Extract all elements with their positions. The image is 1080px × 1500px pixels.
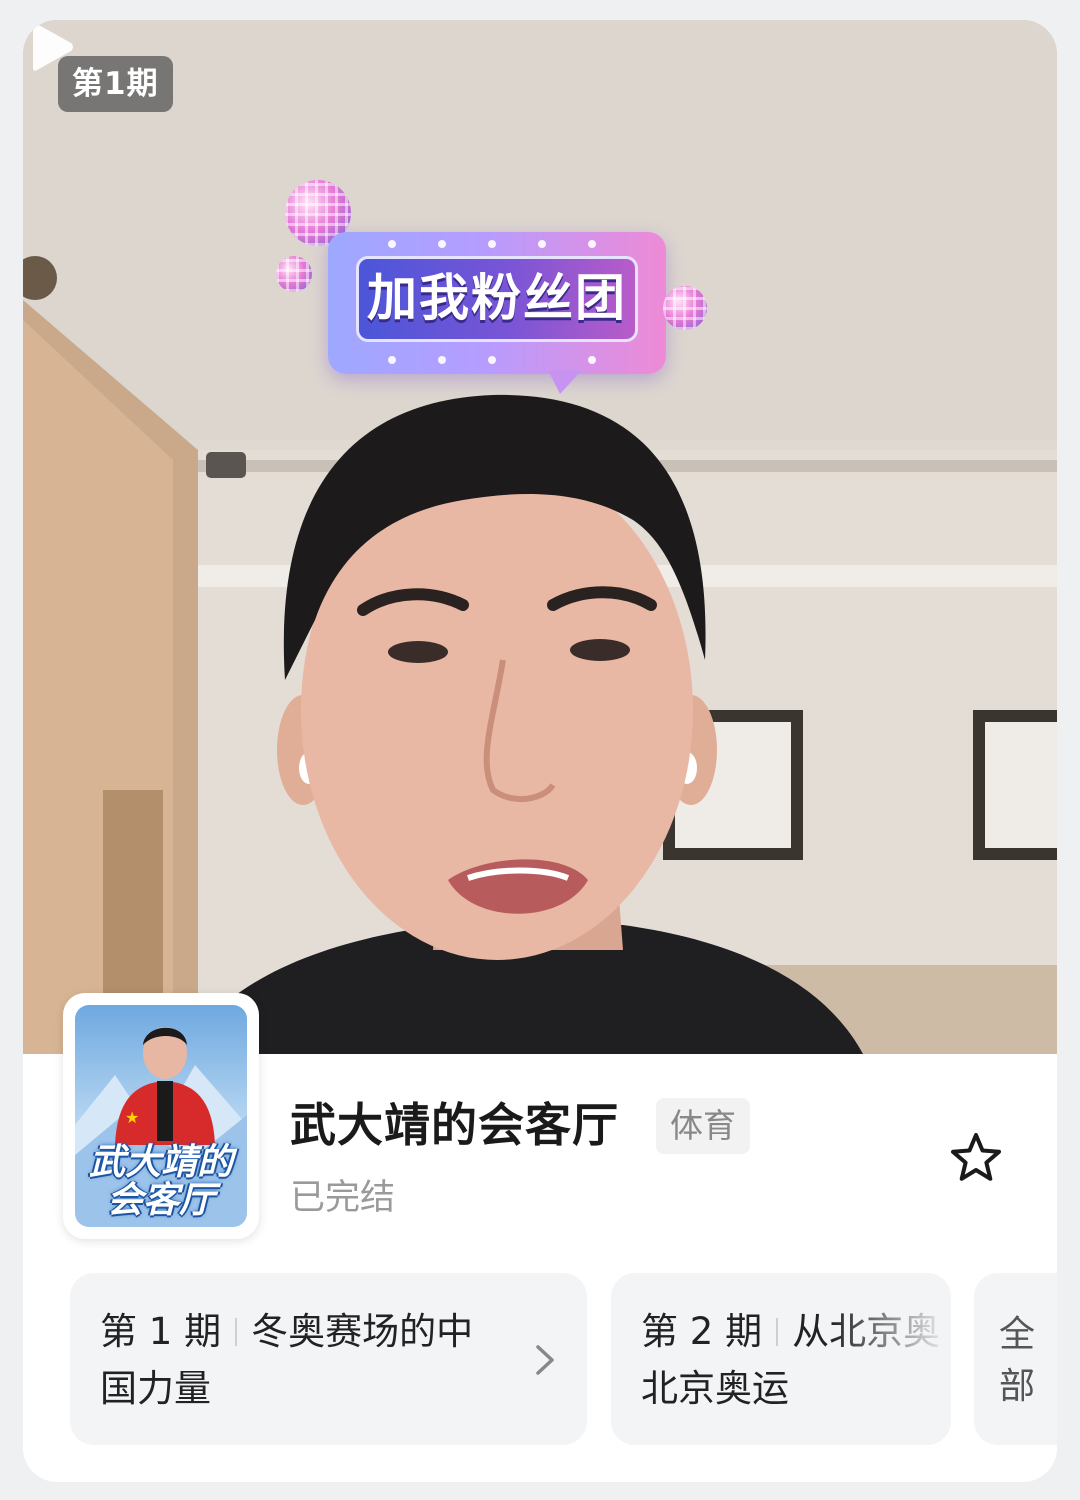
chevron-right-icon xyxy=(536,1345,554,1375)
episode-card-fade xyxy=(831,1273,951,1445)
video-preview[interactable]: 第1期 加我粉丝团 xyxy=(23,20,1057,1054)
show-title[interactable]: 武大靖的会客厅 xyxy=(290,1095,619,1155)
episode-1-text: 第 1 期冬奥赛场的中 国力量 xyxy=(100,1303,473,1417)
episode-2-number: 第 2 期 xyxy=(641,1310,763,1353)
episode-separator xyxy=(776,1318,779,1346)
completion-status: 已完结 xyxy=(290,1178,396,1218)
disco-ball-small-icon xyxy=(276,256,312,292)
genre-tag[interactable]: 体育 xyxy=(656,1098,750,1154)
episode-card-2[interactable]: 第 2 期从北京奥 北京奥运 xyxy=(611,1273,951,1445)
fan-club-sticker[interactable]: 加我粉丝团 xyxy=(328,232,666,394)
cover-title-line2: 会客厅 xyxy=(106,1180,215,1221)
episode-card-1[interactable]: 第 1 期冬奥赛场的中 国力量 xyxy=(70,1273,587,1445)
cover-title-line1: 武大靖的 xyxy=(88,1142,233,1183)
all-episodes-button[interactable]: 全部 xyxy=(974,1273,1057,1445)
disco-ball-right-icon xyxy=(663,286,707,330)
show-cover-image: ★ 武大靖的 会客厅 xyxy=(75,1005,247,1227)
episode-2-title-line2: 北京奥运 xyxy=(641,1367,789,1410)
sticker-tail xyxy=(548,370,582,394)
episode-1-title-line1: 冬奥赛场的中 xyxy=(251,1310,474,1353)
svg-text:★: ★ xyxy=(125,1108,139,1127)
play-icon[interactable] xyxy=(23,20,77,74)
episode-1-number: 第 1 期 xyxy=(100,1310,222,1353)
star-outline-icon[interactable] xyxy=(948,1130,1004,1186)
episode-1-title-line2: 国力量 xyxy=(100,1367,211,1410)
all-episodes-label: 全部 xyxy=(999,1314,1036,1407)
show-card: 第1期 加我粉丝团 ★ 武大靖的 会客厅 武大靖的会客厅 体育 已完结 第 1 … xyxy=(23,20,1057,1482)
fan-club-sticker-label: 加我粉丝团 xyxy=(356,256,638,342)
episode-separator xyxy=(235,1318,238,1346)
show-cover[interactable]: ★ 武大靖的 会客厅 xyxy=(63,993,259,1239)
video-frame-illustration xyxy=(23,20,1057,1054)
